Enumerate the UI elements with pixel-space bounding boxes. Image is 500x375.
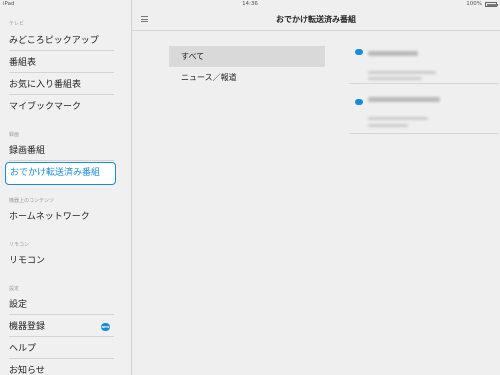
page-title: おでかけ転送済み番組	[276, 15, 356, 24]
battery-percent: 100%	[466, 1, 482, 7]
program-item[interactable]	[349, 44, 499, 84]
status-bar: iPad 14:36 100%	[0, 0, 500, 9]
filter-all[interactable]: すべて	[169, 46, 325, 67]
blurred-title	[368, 97, 440, 102]
sidebar-item-label: 機器登録	[9, 322, 46, 332]
battery-status: 100%	[466, 0, 498, 9]
sidebar-item-highlights[interactable]: みどころピックアップ	[9, 32, 114, 51]
new-badge	[355, 99, 363, 105]
sidebar: テレビ みどころピックアップ 番組表 お気に入り番組表 マイブックマーク 録画 …	[0, 0, 132, 375]
blurred-detail	[368, 71, 436, 74]
section-header-remote: リモコン	[9, 242, 30, 248]
status-time: 14:36	[242, 1, 258, 7]
sidebar-item-news[interactable]: お知らせ	[9, 362, 114, 375]
section-header-device-content: 機器上のコンテンツ	[9, 198, 55, 204]
section-header-tv: テレビ	[9, 21, 25, 27]
sidebar-item-my-bookmark[interactable]: マイブックマーク	[9, 98, 114, 116]
section-header-settings: 設定	[9, 286, 20, 292]
blurred-detail	[368, 117, 428, 120]
filter-news[interactable]: ニュース／報道	[169, 67, 325, 88]
sidebar-item-favorite-epg[interactable]: お気に入り番組表	[9, 76, 114, 95]
sidebar-item-help[interactable]: ヘルプ	[9, 340, 114, 359]
sidebar-item-remote[interactable]: リモコン	[9, 252, 114, 270]
program-item[interactable]	[349, 94, 499, 134]
section-header-recording: 録画	[9, 132, 20, 138]
battery-icon	[485, 2, 498, 7]
sidebar-item-device-registration[interactable]: 機器登録 NEW	[9, 318, 114, 337]
sidebar-item-home-network[interactable]: ホームネットワーク	[9, 208, 114, 226]
battery-fill	[486, 3, 497, 6]
new-badge	[355, 49, 363, 55]
sidebar-item-transferred[interactable]: おでかけ転送済み番組	[5, 162, 116, 185]
blurred-title	[368, 51, 418, 56]
blurred-detail	[368, 124, 408, 127]
sidebar-item-recorded[interactable]: 録画番組	[9, 142, 114, 161]
nav-bar: おでかけ転送済み番組	[132, 9, 500, 31]
sidebar-item-epg[interactable]: 番組表	[9, 54, 114, 73]
sidebar-item-settings[interactable]: 設定	[9, 296, 114, 315]
main-content: おでかけ転送済み番組 すべて ニュース／報道	[132, 0, 500, 375]
blurred-detail	[368, 77, 422, 80]
new-badge: NEW	[101, 323, 110, 331]
